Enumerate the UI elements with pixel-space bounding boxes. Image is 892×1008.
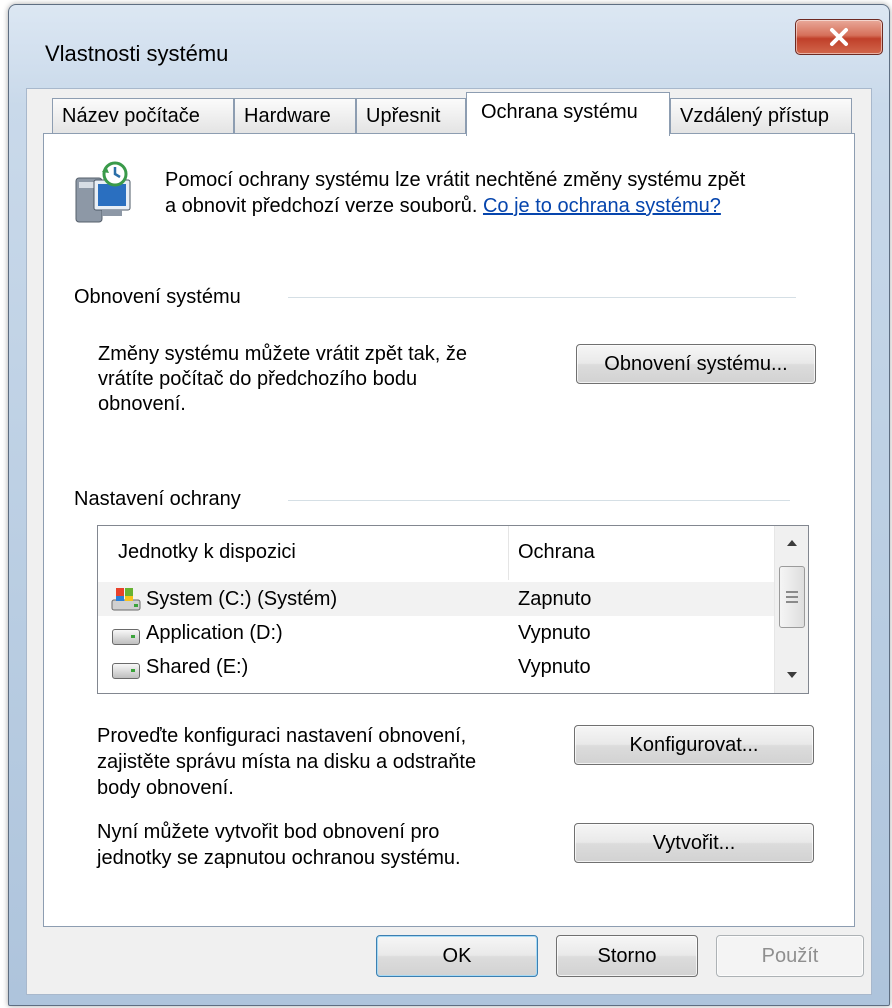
tab-hardware[interactable]: Hardware — [234, 98, 356, 134]
restore-group-heading: Obnovení systému — [74, 286, 241, 308]
drive-row-application[interactable]: Application (D:) Vypnuto — [98, 616, 774, 650]
tab-remote[interactable]: Vzdálený přístup — [670, 98, 852, 134]
configure-text-line-2: zajistěte správu místa na disku a odstra… — [97, 751, 477, 773]
drive-status: Zapnuto — [518, 588, 592, 610]
drive-name: System (C:) (Systém) — [146, 588, 338, 610]
drive-status: Vypnuto — [518, 656, 591, 678]
configure-text-line-1: Proveďte konfiguraci nastavení obnovení, — [97, 725, 467, 747]
drive-list-header: Jednotky k dispozici Ochrana — [98, 526, 774, 580]
drive-name: Shared (E:) — [146, 656, 249, 678]
scroll-down-icon[interactable] — [785, 670, 799, 680]
system-drive-icon — [111, 588, 141, 611]
drive-list-scrollbar[interactable] — [774, 526, 808, 693]
tab-system-protection[interactable]: Ochrana systému — [466, 92, 670, 136]
window-title: Vlastnosti systému — [45, 41, 229, 66]
intro-line-2: a obnovit předchozí verze souborů. Co je… — [165, 194, 721, 219]
drive-icon — [112, 629, 140, 645]
restore-description-line-2: vrátíte počítač do předchozího bodu — [98, 368, 418, 390]
grip-line — [786, 601, 798, 603]
system-restore-button[interactable]: Obnovení systému... — [576, 344, 816, 384]
scroll-up-icon[interactable] — [785, 538, 799, 548]
apply-button[interactable]: Použít — [716, 935, 864, 977]
drive-status: Vypnuto — [518, 622, 591, 644]
restore-description-line-3: obnovení. — [98, 393, 186, 415]
restore-description-line-1: Změny systému můžete vrátit zpět tak, že — [98, 343, 468, 365]
column-header-drives[interactable]: Jednotky k dispozici — [118, 540, 296, 565]
ok-button[interactable]: OK — [376, 935, 538, 977]
drive-icon — [112, 663, 140, 679]
scroll-thumb[interactable] — [779, 566, 805, 628]
close-button[interactable] — [795, 19, 883, 55]
cancel-button[interactable]: Storno — [556, 935, 698, 977]
tab-advanced[interactable]: Upřesnit — [356, 98, 466, 134]
drive-row-system[interactable]: System (C:) (Systém) Zapnuto — [98, 582, 774, 616]
restore-group-divider — [288, 297, 796, 298]
grip-line — [786, 591, 798, 593]
protection-group-heading: Nastavení ochrany — [74, 488, 241, 510]
drive-row-shared[interactable]: Shared (E:) Vypnuto — [98, 650, 774, 684]
drive-list[interactable]: Jednotky k dispozici Ochrana System (C:)… — [97, 525, 809, 694]
tab-computer-name[interactable]: Název počítače — [52, 98, 234, 134]
intro-line-2-text: a obnovit předchozí verze souborů. — [165, 195, 478, 217]
intro-line-1: Pomocí ochrany systému lze vrátit nechtě… — [165, 169, 746, 191]
column-header-protection[interactable]: Ochrana — [518, 540, 595, 565]
system-protection-icon — [75, 161, 131, 223]
grip-line — [786, 596, 798, 598]
create-button[interactable]: Vytvořit... — [574, 823, 814, 863]
close-icon — [830, 28, 848, 46]
column-divider — [508, 526, 509, 580]
configure-button[interactable]: Konfigurovat... — [574, 725, 814, 765]
create-text-line-2: jednotky se zapnutou ochranou systému. — [97, 847, 461, 869]
protection-group-divider — [288, 500, 790, 501]
drive-name: Application (D:) — [146, 622, 283, 644]
configure-text-line-3: body obnovení. — [97, 777, 234, 799]
help-link[interactable]: Co je to ochrana systému? — [483, 195, 721, 217]
create-text-line-1: Nyní můžete vytvořit bod obnovení pro — [97, 821, 440, 843]
